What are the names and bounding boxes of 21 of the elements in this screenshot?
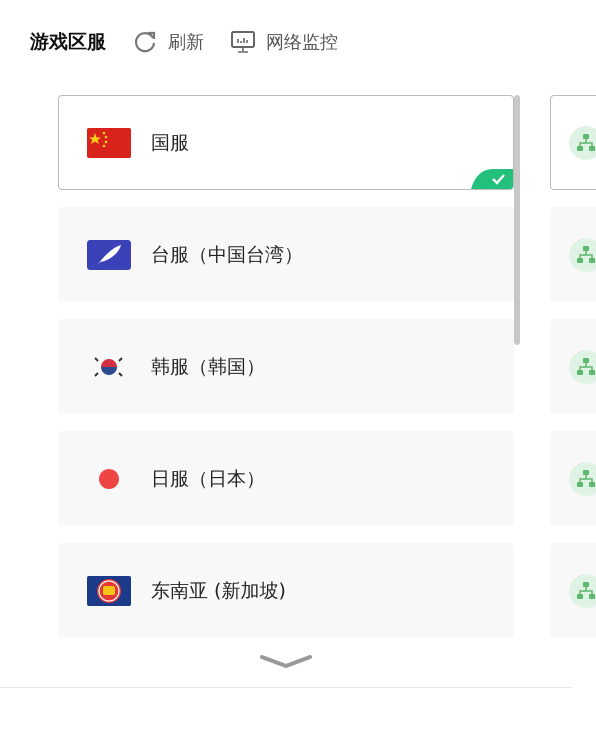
server-item[interactable]: 东南亚 (新加坡) xyxy=(58,543,514,638)
network-icon xyxy=(569,574,596,608)
network-icon xyxy=(569,350,596,384)
chevron-down-icon[interactable] xyxy=(260,655,312,669)
emblem-icon xyxy=(87,576,131,606)
feather-icon xyxy=(87,240,131,270)
server-item[interactable]: 日服（日本） xyxy=(58,431,514,526)
network-icon xyxy=(569,126,596,160)
server-item[interactable]: 国服 xyxy=(58,95,514,190)
flag-icon xyxy=(87,128,131,158)
monitor-icon xyxy=(230,29,256,55)
refresh-button[interactable]: 刷新 xyxy=(132,29,204,55)
server-item[interactable]: 韩服（韩国） xyxy=(58,319,514,414)
refresh-icon xyxy=(132,29,158,55)
network-icon xyxy=(569,462,596,496)
check-icon xyxy=(471,169,513,189)
network-icon xyxy=(569,238,596,272)
scrollbar-thumb[interactable] xyxy=(514,95,520,345)
server-item[interactable]: 台服（中国台湾） xyxy=(58,207,514,302)
page-title: 游戏区服 xyxy=(30,30,106,55)
monitor-button[interactable]: 网络监控 xyxy=(230,29,338,55)
